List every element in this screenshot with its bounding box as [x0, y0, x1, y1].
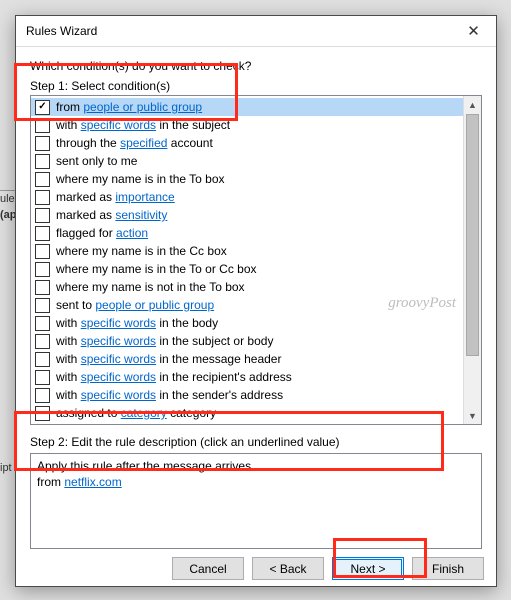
condition-item[interactable]: with specific words in the message heade…: [31, 350, 481, 368]
condition-item[interactable]: assigned to category category: [31, 404, 481, 422]
condition-label: with specific words in the sender's addr…: [56, 388, 283, 402]
condition-link[interactable]: people or public group: [83, 100, 202, 114]
condition-label: with specific words in the recipient's a…: [56, 370, 292, 384]
condition-link[interactable]: specific words: [81, 370, 156, 384]
condition-item[interactable]: marked as sensitivity: [31, 206, 481, 224]
close-icon: ✕: [467, 22, 480, 40]
condition-checkbox[interactable]: [35, 406, 50, 421]
condition-item[interactable]: marked as importance: [31, 188, 481, 206]
condition-link[interactable]: specific words: [81, 316, 156, 330]
condition-link[interactable]: action: [116, 226, 148, 240]
condition-checkbox[interactable]: [35, 298, 50, 313]
cancel-button[interactable]: Cancel: [172, 557, 244, 580]
condition-checkbox[interactable]: [35, 244, 50, 259]
condition-link[interactable]: specific words: [81, 334, 156, 348]
condition-checkbox[interactable]: [35, 136, 50, 151]
condition-label: where my name is in the To box: [56, 172, 225, 186]
condition-link[interactable]: sensitivity: [115, 208, 167, 222]
rule-description-line: Apply this rule after the message arrive…: [37, 458, 475, 474]
condition-item[interactable]: through the specified account: [31, 134, 481, 152]
prompt-text: Which condition(s) do you want to check?: [30, 59, 482, 73]
condition-link[interactable]: specific words: [81, 352, 156, 366]
condition-label: with specific words in the message heade…: [56, 352, 281, 366]
condition-label: sent only to me: [56, 154, 137, 168]
condition-link[interactable]: importance: [115, 190, 174, 204]
condition-label: where my name is not in the To box: [56, 280, 245, 294]
condition-label: flagged for action: [56, 226, 148, 240]
condition-label: sent to people or public group: [56, 298, 214, 312]
back-button[interactable]: < Back: [252, 557, 324, 580]
condition-item[interactable]: where my name is in the To or Cc box: [31, 260, 481, 278]
condition-checkbox[interactable]: [35, 388, 50, 403]
condition-checkbox[interactable]: [35, 262, 50, 277]
step1-label: Step 1: Select condition(s): [30, 79, 482, 93]
condition-checkbox[interactable]: [35, 370, 50, 385]
condition-label: marked as sensitivity: [56, 208, 167, 222]
condition-label: where my name is in the To or Cc box: [56, 262, 257, 276]
condition-checkbox[interactable]: [35, 100, 50, 115]
condition-item[interactable]: with specific words in the subject or bo…: [31, 332, 481, 350]
rule-description-text: from: [37, 475, 64, 489]
condition-item[interactable]: with specific words in the sender's addr…: [31, 386, 481, 404]
button-bar: Cancel < Back Next > Finish: [16, 557, 496, 588]
condition-item[interactable]: where my name is in the Cc box: [31, 242, 481, 260]
condition-item[interactable]: from people or public group: [31, 98, 481, 116]
condition-label: where my name is in the Cc box: [56, 244, 227, 258]
condition-item[interactable]: sent only to me: [31, 152, 481, 170]
condition-item[interactable]: where my name is not in the To box: [31, 278, 481, 296]
condition-link[interactable]: specific words: [81, 118, 156, 132]
condition-label: with specific words in the subject: [56, 118, 230, 132]
condition-item[interactable]: sent to people or public group: [31, 296, 481, 314]
condition-item[interactable]: where my name is in the To box: [31, 170, 481, 188]
condition-link[interactable]: specific words: [81, 388, 156, 402]
condition-checkbox[interactable]: [35, 334, 50, 349]
condition-checkbox[interactable]: [35, 190, 50, 205]
condition-item[interactable]: with specific words in the body: [31, 314, 481, 332]
rules-wizard-dialog: Rules Wizard ✕ Which condition(s) do you…: [15, 15, 497, 587]
window-title: Rules Wizard: [26, 24, 451, 38]
scrollbar-vertical[interactable]: ▲ ▼: [463, 96, 481, 424]
condition-label: with specific words in the subject or bo…: [56, 334, 273, 348]
scroll-thumb[interactable]: [466, 114, 479, 356]
condition-checkbox[interactable]: [35, 316, 50, 331]
condition-item[interactable]: with specific words in the recipient's a…: [31, 368, 481, 386]
condition-label: assigned to category category: [56, 406, 216, 420]
condition-checkbox[interactable]: [35, 352, 50, 367]
close-button[interactable]: ✕: [451, 16, 496, 46]
condition-checkbox[interactable]: [35, 172, 50, 187]
condition-checkbox[interactable]: [35, 118, 50, 133]
condition-checkbox[interactable]: [35, 154, 50, 169]
condition-checkbox[interactable]: [35, 226, 50, 241]
condition-label: marked as importance: [56, 190, 175, 204]
step2-label: Step 2: Edit the rule description (click…: [30, 435, 482, 449]
titlebar: Rules Wizard ✕: [16, 16, 496, 47]
condition-checkbox[interactable]: [35, 280, 50, 295]
scroll-down-icon[interactable]: ▼: [464, 407, 481, 424]
condition-checkbox[interactable]: [35, 208, 50, 223]
condition-link[interactable]: specified: [120, 136, 167, 150]
condition-link[interactable]: category: [121, 406, 167, 420]
condition-link[interactable]: people or public group: [95, 298, 214, 312]
condition-label: from people or public group: [56, 100, 202, 114]
condition-item[interactable]: with specific words in the subject: [31, 116, 481, 134]
condition-label: through the specified account: [56, 136, 213, 150]
condition-label: with specific words in the body: [56, 316, 218, 330]
condition-item[interactable]: flagged for action: [31, 224, 481, 242]
next-button[interactable]: Next >: [332, 557, 404, 580]
finish-button[interactable]: Finish: [412, 557, 484, 580]
rule-description-line: from netflix.com: [37, 474, 475, 490]
conditions-listbox: from people or public group with specific…: [30, 95, 482, 425]
scroll-up-icon[interactable]: ▲: [464, 96, 481, 113]
rule-description-box: Apply this rule after the message arrive…: [30, 453, 482, 549]
rule-value-link[interactable]: netflix.com: [64, 475, 121, 489]
